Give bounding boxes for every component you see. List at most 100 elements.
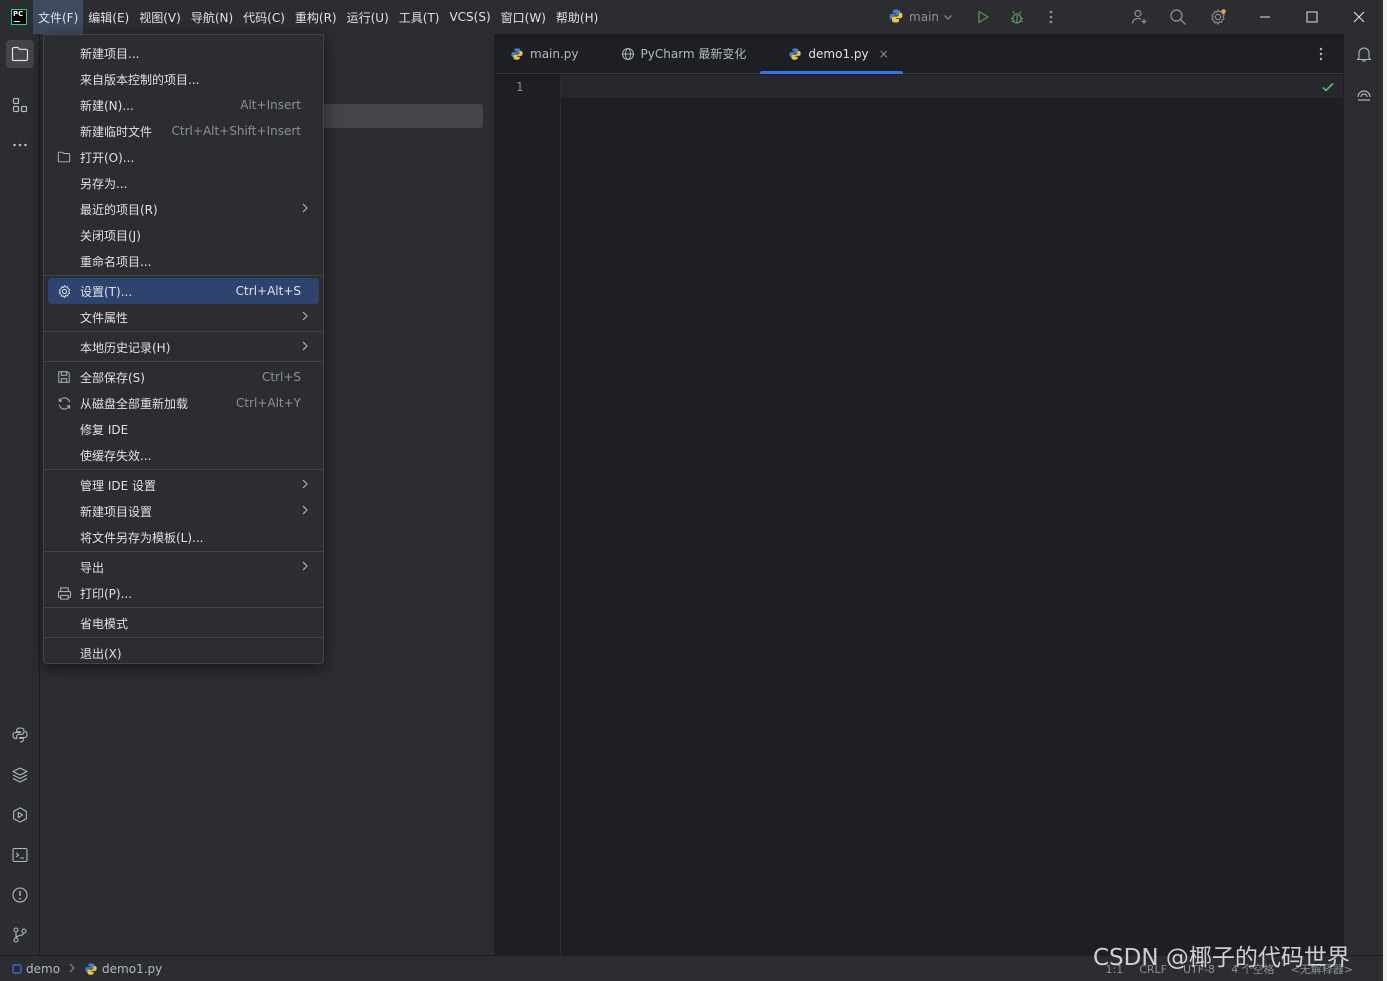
breadcrumb: demo demo1.py [0, 962, 162, 976]
menu-item-label: 全部保存(S) [80, 370, 145, 385]
file-menu-item-2[interactable]: 新建(N)... Alt+Insert [48, 92, 319, 118]
chevron-right-icon [301, 340, 309, 355]
file-menu-item-1[interactable]: 来自版本控制的项目... [48, 66, 319, 92]
python-project-icon [888, 8, 904, 27]
terminal-icon[interactable] [6, 841, 34, 869]
git-icon[interactable] [6, 921, 34, 949]
menu-10[interactable]: 帮助(H) [551, 0, 603, 34]
menu-item-shortcut: Ctrl+Alt+Y [235, 396, 301, 410]
close-window-button[interactable] [1336, 0, 1382, 34]
project-folder-icon[interactable] [6, 40, 34, 68]
file-menu-item-8[interactable]: 重命名项目... [48, 248, 319, 274]
menu-separator [44, 361, 323, 362]
menu-7[interactable]: 工具(T) [394, 0, 445, 34]
file-menu-item-13[interactable]: 本地历史记录(H) [48, 334, 319, 360]
minimize-button[interactable] [1242, 0, 1288, 34]
menu-separator [44, 607, 323, 608]
file-menu-item-17[interactable]: 修复 IDE [48, 416, 319, 442]
menu-item-label: 重命名项目... [80, 254, 152, 269]
chevron-right-icon [301, 560, 309, 575]
menu-6[interactable]: 运行(U) [342, 0, 394, 34]
run-icon[interactable] [968, 0, 998, 34]
file-menu-item-25[interactable]: 打印(P)... [48, 580, 319, 606]
python-file-icon [510, 47, 524, 61]
tab-1[interactable]: PyCharm 最新变化 [593, 34, 761, 74]
pycharm-logo-icon[interactable]: PC [11, 9, 27, 25]
file-menu-item-15[interactable]: 全部保存(S) Ctrl+S [48, 364, 319, 390]
code-with-me-icon[interactable] [1124, 0, 1154, 34]
main-menu-bar: 文件(F) 编辑(E) 视图(V) 导航(N) 代码(C) 重构(R) 运行(U) 工具(T)… [33, 0, 603, 34]
more-actions-icon[interactable] [1036, 0, 1066, 34]
tab-label: main.py [530, 46, 579, 61]
menu-3[interactable]: 导航(N) [186, 0, 238, 34]
menu-item-label: 新建临时文件 [80, 124, 153, 139]
chevron-right-icon [301, 504, 309, 519]
branch-name: main [909, 10, 939, 24]
save-icon [56, 369, 72, 385]
menu-item-label: 新建项目设置 [80, 504, 153, 519]
menu-separator [44, 275, 323, 276]
python-console-icon[interactable] [6, 721, 34, 749]
services-icon[interactable] [6, 801, 34, 829]
current-line-highlight [561, 75, 1343, 98]
file-menu-item-6[interactable]: 最近的项目(R) [48, 196, 319, 222]
ide-settings-gear-icon[interactable] [1203, 0, 1233, 34]
menu-8[interactable]: VCS(S) [444, 0, 495, 34]
file-menu-item-16[interactable]: 从磁盘全部重新加载 Ctrl+Alt+Y [48, 390, 319, 416]
close-tab-icon[interactable]: × [879, 47, 889, 61]
menu-item-label: 来自版本控制的项目... [80, 72, 200, 87]
file-menu-item-10[interactable]: 设置(T)... Ctrl+Alt+S [48, 278, 319, 304]
print-icon [56, 585, 72, 601]
debug-icon[interactable] [1002, 0, 1032, 34]
file-menu-item-0[interactable]: 新建项目... [48, 40, 319, 66]
file-menu-item-29[interactable]: 退出(X) [48, 640, 319, 666]
file-menu-item-5[interactable]: 另存为... [48, 170, 319, 196]
file-menu-item-22[interactable]: 将文件另存为模板(L)... [48, 524, 319, 550]
python-packages-icon[interactable] [6, 761, 34, 789]
menu-item-label: 修复 IDE [80, 422, 129, 437]
file-menu-item-20[interactable]: 管理 IDE 设置 [48, 472, 319, 498]
menu-separator [44, 551, 323, 552]
chevron-right-icon [301, 202, 309, 217]
menu-2[interactable]: 视图(V) [134, 0, 186, 34]
tab-0[interactable]: main.py [496, 34, 593, 74]
editor-tabs: main.py PyCharm 最新变化 demo1.py × [496, 34, 1343, 74]
branch-selector[interactable]: main [888, 0, 953, 34]
menu-4[interactable]: 代码(C) [238, 0, 290, 34]
no-problems-check-icon[interactable] [1321, 80, 1335, 97]
tab-options-icon[interactable] [1313, 46, 1329, 65]
file-menu-item-7[interactable]: 关闭项目(J) [48, 222, 319, 248]
ai-assistant-icon[interactable] [1350, 80, 1378, 108]
file-menu-item-4[interactable]: 打开(O)... [48, 144, 319, 170]
project-tree-selected-row[interactable] [322, 104, 483, 128]
structure-icon[interactable] [6, 91, 34, 119]
menu-0[interactable]: 文件(F) [33, 0, 84, 34]
breadcrumb-file[interactable]: demo1.py [84, 962, 162, 976]
file-menu-item-27[interactable]: 省电模式 [48, 610, 319, 636]
tab-2[interactable]: demo1.py × [760, 34, 903, 74]
menu-separator [44, 331, 323, 332]
more-tool-windows-icon[interactable] [6, 131, 34, 159]
chevron-down-icon [943, 12, 953, 22]
file-menu-item-18[interactable]: 使缓存失效... [48, 442, 319, 468]
menu-1[interactable]: 编辑(E) [83, 0, 134, 34]
menu-9[interactable]: 窗口(W) [496, 0, 551, 34]
file-menu-item-3[interactable]: 新建临时文件 Ctrl+Alt+Shift+Insert [48, 118, 319, 144]
menu-item-label: 管理 IDE 设置 [80, 478, 156, 493]
file-menu-item-21[interactable]: 新建项目设置 [48, 498, 319, 524]
maximize-button[interactable] [1289, 0, 1335, 34]
reload-icon [56, 395, 72, 411]
file-menu-item-11[interactable]: 文件属性 [48, 304, 319, 330]
search-icon[interactable] [1163, 0, 1193, 34]
menu-separator [44, 469, 323, 470]
menu-item-label: 文件属性 [80, 310, 129, 325]
breadcrumb-project[interactable]: demo [12, 962, 60, 976]
problems-icon[interactable] [6, 881, 34, 909]
menu-item-label: 使缓存失效... [80, 448, 152, 463]
menu-5[interactable]: 重构(R) [290, 0, 342, 34]
menu-item-label: 将文件另存为模板(L)... [80, 530, 204, 545]
notifications-bell-icon[interactable] [1350, 40, 1378, 68]
globe-icon [621, 47, 635, 61]
menu-item-label: 另存为... [80, 176, 128, 191]
file-menu-item-24[interactable]: 导出 [48, 554, 319, 580]
